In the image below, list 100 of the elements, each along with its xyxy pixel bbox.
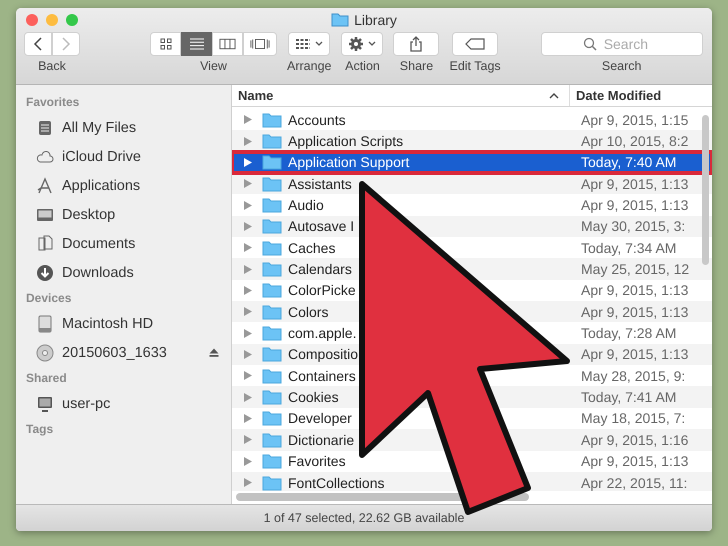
disclosure-triangle-icon[interactable] [244, 371, 252, 380]
disclosure-triangle-icon[interactable] [244, 243, 252, 252]
disclosure-triangle-icon[interactable] [244, 136, 252, 146]
toolbar-label: Arrange [287, 59, 332, 73]
disclosure-triangle-icon[interactable] [244, 179, 252, 188]
sidebar-heading: Devices [26, 291, 72, 305]
folder-icon [262, 112, 282, 128]
folder-icon [262, 453, 282, 470]
search-icon [582, 37, 597, 51]
search-field[interactable]: Search [540, 32, 703, 56]
sidebar-item[interactable]: Macintosh HD [26, 309, 231, 338]
chevron-right-icon [61, 37, 71, 51]
monitor-icon [36, 394, 54, 412]
files-icon [36, 118, 54, 136]
toolbar-label: Search [602, 59, 642, 73]
chevron-left-icon [33, 37, 43, 51]
file-row[interactable]: Application Support Today, 7:40 AM [232, 152, 712, 174]
disclosure-triangle-icon[interactable] [244, 115, 252, 124]
disclosure-triangle-icon[interactable] [244, 264, 252, 274]
disclosure-triangle-icon[interactable] [244, 200, 252, 210]
sidebar-item[interactable]: All My Files [26, 113, 231, 142]
folder-icon [262, 282, 282, 298]
edit-tags-button[interactable] [452, 32, 498, 56]
disclosure-triangle-icon[interactable] [244, 435, 252, 444]
folder-icon [262, 346, 282, 362]
file-row[interactable]: com.apple. Today, 7:28 AM [232, 322, 712, 344]
action-button[interactable] [341, 32, 384, 56]
caret-icon [315, 41, 324, 47]
folder-icon [262, 240, 282, 256]
toolbar-label: Action [345, 59, 380, 73]
sidebar-item[interactable]: Documents [26, 229, 231, 258]
scrollbar-thumb[interactable] [702, 115, 709, 265]
folder-icon [262, 368, 282, 384]
folder-icon [262, 133, 282, 150]
hard-drive-icon [36, 314, 54, 332]
arrange-icon [295, 38, 312, 50]
toolbar-label: Share [400, 59, 434, 73]
disclosure-triangle-icon[interactable] [244, 222, 252, 231]
disclosure-triangle-icon[interactable] [244, 307, 252, 316]
file-row[interactable]: ColorPicke Apr 9, 2015, 1:13 [232, 280, 712, 302]
toolbar-label: Back [38, 59, 66, 73]
disc-icon [36, 344, 54, 362]
tag-icon [465, 38, 486, 50]
sidebar-item[interactable]: 20150603_1633 [26, 338, 231, 367]
close-button[interactable] [26, 14, 38, 26]
folder-icon [331, 13, 350, 27]
documents-icon [36, 234, 54, 252]
window-title: Library [354, 12, 397, 28]
file-row[interactable]: Developer May 18, 2015, 7: [232, 408, 712, 430]
caret-icon [368, 41, 376, 47]
disclosure-triangle-icon[interactable] [244, 478, 252, 488]
gear-icon [348, 36, 364, 52]
folder-icon [262, 474, 282, 491]
file-row[interactable]: Containers May 28, 2015, 9: [232, 365, 712, 386]
eject-icon[interactable] [209, 348, 219, 357]
folder-icon [262, 304, 282, 320]
zoom-button[interactable] [66, 14, 78, 26]
file-row[interactable]: Favorites Apr 9, 2015, 1:13 [232, 450, 712, 472]
folder-icon [262, 410, 282, 426]
sidebar-heading: Tags [26, 422, 54, 436]
cover-flow-icon [250, 37, 270, 51]
columns-icon [219, 37, 236, 51]
share-button[interactable] [393, 32, 440, 56]
view-mode-button[interactable] [181, 32, 212, 56]
sidebar-item[interactable]: Applications [26, 171, 231, 200]
disclosure-triangle-icon[interactable] [244, 328, 252, 338]
folder-icon [262, 261, 282, 278]
sidebar-item[interactable]: Downloads [26, 258, 231, 287]
folder-icon [262, 197, 282, 214]
status-bar: 1 of 47 selected, 22.62 GB available [16, 504, 712, 531]
file-row[interactable]: Caches Today, 7:34 AM [232, 237, 712, 258]
disclosure-triangle-icon[interactable] [244, 392, 252, 402]
file-row[interactable]: Audio Apr 9, 2015, 1:13 [232, 194, 712, 216]
folder-icon [262, 432, 282, 448]
apps-icon [36, 176, 54, 194]
disclosure-triangle-icon[interactable] [244, 414, 252, 423]
file-row[interactable]: Accounts Apr 9, 2015, 1:15 [232, 109, 712, 130]
list-icon [188, 37, 204, 51]
folder-icon [262, 389, 282, 406]
disclosure-triangle-icon[interactable] [244, 158, 252, 167]
back-button[interactable] [24, 32, 52, 56]
toolbar-label: View [200, 59, 227, 73]
sidebar-item[interactable]: iCloud Drive [26, 142, 231, 171]
grid-icon [158, 37, 172, 51]
share-icon [409, 36, 424, 52]
folder-icon [262, 154, 282, 170]
sidebar-item[interactable]: user-pc [26, 389, 231, 418]
folder-icon [262, 176, 282, 192]
sidebar-heading: Shared [26, 371, 68, 385]
disclosure-triangle-icon[interactable] [244, 286, 252, 295]
sidebar-heading: Favorites [26, 95, 80, 109]
arrange-button[interactable] [288, 32, 330, 56]
toolbar-label: Edit Tags [449, 59, 501, 73]
column-header[interactable]: Name [232, 85, 570, 106]
folder-icon [262, 218, 282, 234]
disclosure-triangle-icon[interactable] [244, 350, 252, 359]
download-icon [36, 264, 54, 282]
column-header[interactable]: Date Modified [570, 85, 662, 106]
sidebar-item[interactable]: Desktop [26, 200, 231, 229]
disclosure-triangle-icon[interactable] [244, 456, 252, 466]
